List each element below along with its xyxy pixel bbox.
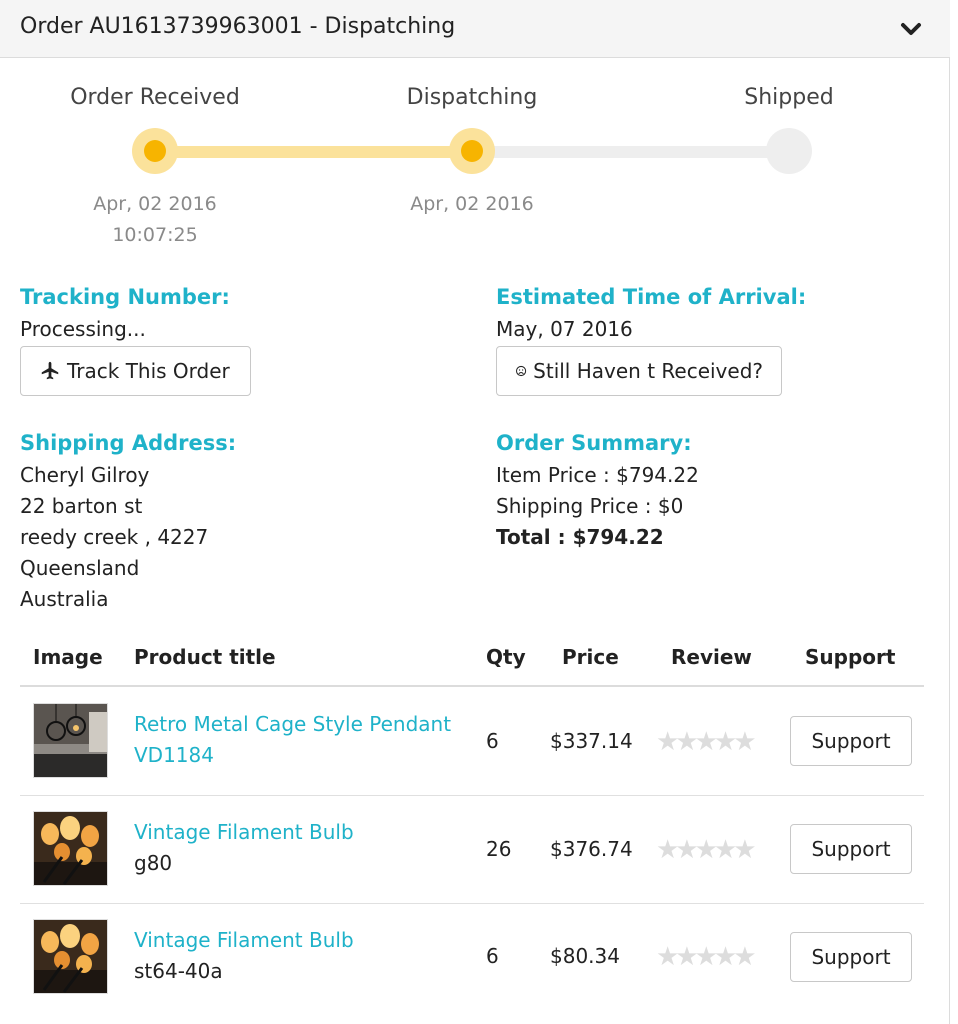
column-header-support: Support <box>805 645 896 669</box>
order-progress: Order Received Dispatching Shipped Apr, … <box>0 58 950 258</box>
product-variant: g80 <box>134 851 173 875</box>
product-title-line: Vintage Filament Bulb <box>134 820 354 844</box>
address-street: 22 barton st <box>20 494 143 518</box>
row-divider <box>20 903 924 904</box>
address-name: Cheryl Gilroy <box>20 463 150 487</box>
step-date-line: Apr, 02 2016 <box>410 193 534 215</box>
pendant-lamp-photo <box>34 704 107 777</box>
column-header-qty: Qty <box>486 645 526 669</box>
step-label-shipped: Shipped <box>744 85 834 110</box>
eta-heading: Estimated Time of Arrival: <box>496 285 807 309</box>
row-price: $337.14 <box>550 729 633 753</box>
step-date-line: Apr, 02 2016 <box>93 193 217 215</box>
summary-item-price: Item Price : $794.22 <box>496 463 699 487</box>
product-image-bulb[interactable] <box>33 811 108 886</box>
product-title-link[interactable]: Vintage Filament Bulb <box>134 925 354 956</box>
tracking-heading: Tracking Number: <box>20 285 230 309</box>
summary-heading: Order Summary: <box>496 431 692 455</box>
support-button[interactable]: Support <box>790 716 912 766</box>
order-header[interactable]: Order AU1613739963001 - Dispatching <box>0 0 950 58</box>
still-not-received-button[interactable]: Still Haven t Received? <box>496 346 782 396</box>
product-title-line: Vintage Filament Bulb <box>134 928 354 952</box>
product-variant: st64-40a <box>134 959 223 983</box>
star-rating[interactable]: ★★★★★ <box>656 837 757 863</box>
row-qty: 6 <box>486 729 499 753</box>
column-header-image: Image <box>33 645 103 669</box>
airplane-icon <box>41 361 59 380</box>
column-header-title: Product title <box>134 645 276 669</box>
tracking-value: Processing... <box>20 317 146 341</box>
summary-shipping-price: Shipping Price : $0 <box>496 494 684 518</box>
product-title-line: VD1184 <box>134 743 214 767</box>
row-qty: 6 <box>486 944 499 968</box>
eta-value: May, 07 2016 <box>496 317 633 341</box>
product-title-link[interactable]: Retro Metal Cage Style Pendant VD1184 <box>134 709 451 771</box>
column-header-price: Price <box>562 645 619 669</box>
address-city: reedy creek , 4227 <box>20 525 209 549</box>
step-dot-dispatching <box>449 128 495 174</box>
support-button-label: Support <box>811 837 891 861</box>
shipping-address: Cheryl Gilroy 22 barton st reedy creek ,… <box>20 460 208 615</box>
address-country: Australia <box>20 587 109 611</box>
support-button-label: Support <box>811 729 891 753</box>
row-qty: 26 <box>486 837 512 861</box>
table-header-divider <box>20 685 924 687</box>
support-button[interactable]: Support <box>790 932 912 982</box>
product-image-bulb[interactable] <box>33 919 108 994</box>
order-title: Order AU1613739963001 - Dispatching <box>20 14 456 39</box>
step-date-order-received: Apr, 02 2016 10:07:25 <box>93 189 217 251</box>
support-button-label: Support <box>811 945 891 969</box>
row-price: $376.74 <box>550 837 633 861</box>
product-image-pendant[interactable] <box>33 703 108 778</box>
still-not-received-label: Still Haven t Received? <box>533 359 763 383</box>
summary-total: Total : $794.22 <box>496 525 664 549</box>
order-summary: Item Price : $794.22 Shipping Price : $0… <box>496 460 699 553</box>
shipping-heading: Shipping Address: <box>20 431 237 455</box>
row-price: $80.34 <box>550 944 620 968</box>
step-label-order-received: Order Received <box>70 85 240 110</box>
address-state: Queensland <box>20 556 140 580</box>
frown-face-icon <box>516 365 527 377</box>
step-time-line: 10:07:25 <box>112 224 198 246</box>
star-rating[interactable]: ★★★★★ <box>656 729 757 755</box>
order-panel: Order AU1613739963001 - Dispatching Orde… <box>0 0 950 1024</box>
track-order-button[interactable]: Track This Order <box>20 346 251 396</box>
step-date-dispatching: Apr, 02 2016 <box>410 189 534 220</box>
row-divider <box>20 795 924 796</box>
step-label-dispatching: Dispatching <box>406 85 538 110</box>
chevron-down-icon[interactable] <box>898 16 924 42</box>
track-order-label: Track This Order <box>67 359 230 383</box>
step-dot-shipped <box>766 128 812 174</box>
star-rating[interactable]: ★★★★★ <box>656 944 757 970</box>
progress-fill <box>155 146 472 158</box>
support-button[interactable]: Support <box>790 824 912 874</box>
filament-bulbs-photo <box>34 812 107 885</box>
product-title-link[interactable]: Vintage Filament Bulb <box>134 817 354 848</box>
step-dot-order-received <box>132 128 178 174</box>
product-title-line: Retro Metal Cage Style Pendant <box>134 712 452 736</box>
column-header-review: Review <box>671 645 752 669</box>
filament-bulbs-photo <box>34 920 107 993</box>
